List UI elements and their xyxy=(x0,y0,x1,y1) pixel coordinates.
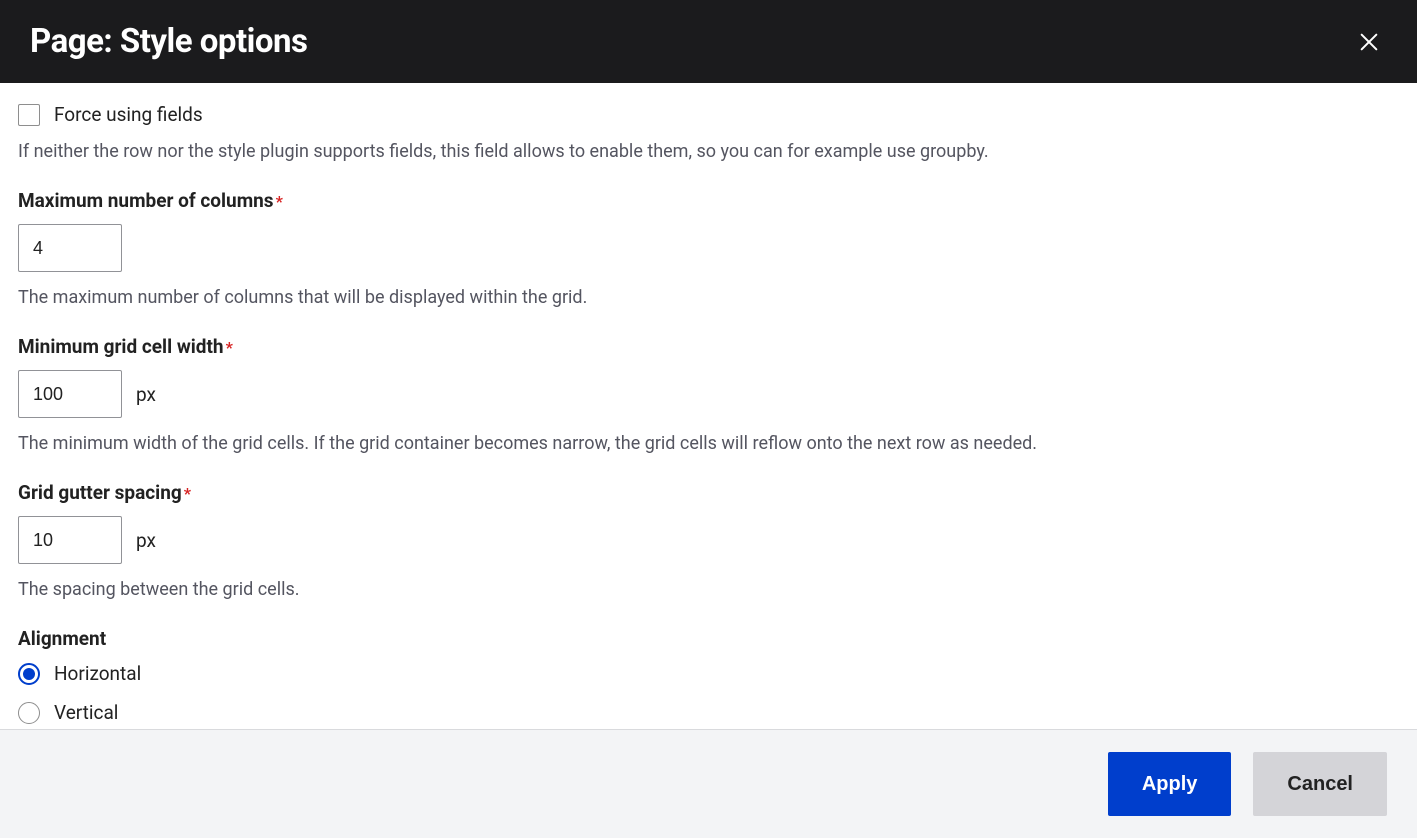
alignment-option-horizontal[interactable]: Horizontal xyxy=(18,662,1399,685)
min-cell-width-input[interactable] xyxy=(18,370,122,418)
close-icon xyxy=(1358,31,1380,53)
alignment-label: Alignment xyxy=(18,627,1399,650)
modal-body[interactable]: Force using fields If neither the row no… xyxy=(0,83,1417,729)
gutter-description: The spacing between the grid cells. xyxy=(18,576,1399,603)
apply-button[interactable]: Apply xyxy=(1108,752,1232,816)
max-columns-description: The maximum number of columns that will … xyxy=(18,284,1399,311)
max-columns-input[interactable] xyxy=(18,224,122,272)
cancel-button[interactable]: Cancel xyxy=(1253,752,1387,816)
gutter-item: Grid gutter spacing* px The spacing betw… xyxy=(18,481,1399,603)
min-cell-width-description: The minimum width of the grid cells. If … xyxy=(18,430,1399,457)
force-fields-label[interactable]: Force using fields xyxy=(54,103,203,126)
max-columns-label: Maximum number of columns* xyxy=(18,189,1399,212)
gutter-label: Grid gutter spacing* xyxy=(18,481,1399,504)
modal-footer: Apply Cancel xyxy=(0,729,1417,838)
force-fields-checkbox[interactable] xyxy=(18,104,40,126)
gutter-suffix: px xyxy=(136,529,156,552)
modal-header: Page: Style options xyxy=(0,0,1417,83)
radio-vertical[interactable] xyxy=(18,702,40,724)
required-icon: * xyxy=(276,192,283,211)
required-icon: * xyxy=(226,338,233,357)
alignment-item: Alignment Horizontal Vertical Horizontal… xyxy=(18,627,1399,729)
gutter-input[interactable] xyxy=(18,516,122,564)
radio-horizontal[interactable] xyxy=(18,663,40,685)
force-fields-item: Force using fields If neither the row no… xyxy=(18,103,1399,165)
required-icon: * xyxy=(184,484,191,503)
min-cell-width-suffix: px xyxy=(136,383,156,406)
min-cell-width-item: Minimum grid cell width* px The minimum … xyxy=(18,335,1399,457)
alignment-option-vertical[interactable]: Vertical xyxy=(18,701,1399,724)
close-button[interactable] xyxy=(1351,24,1387,60)
max-columns-item: Maximum number of columns* The maximum n… xyxy=(18,189,1399,311)
force-fields-description: If neither the row nor the style plugin … xyxy=(18,138,1399,165)
modal-title: Page: Style options xyxy=(30,22,307,61)
min-cell-width-label: Minimum grid cell width* xyxy=(18,335,1399,358)
